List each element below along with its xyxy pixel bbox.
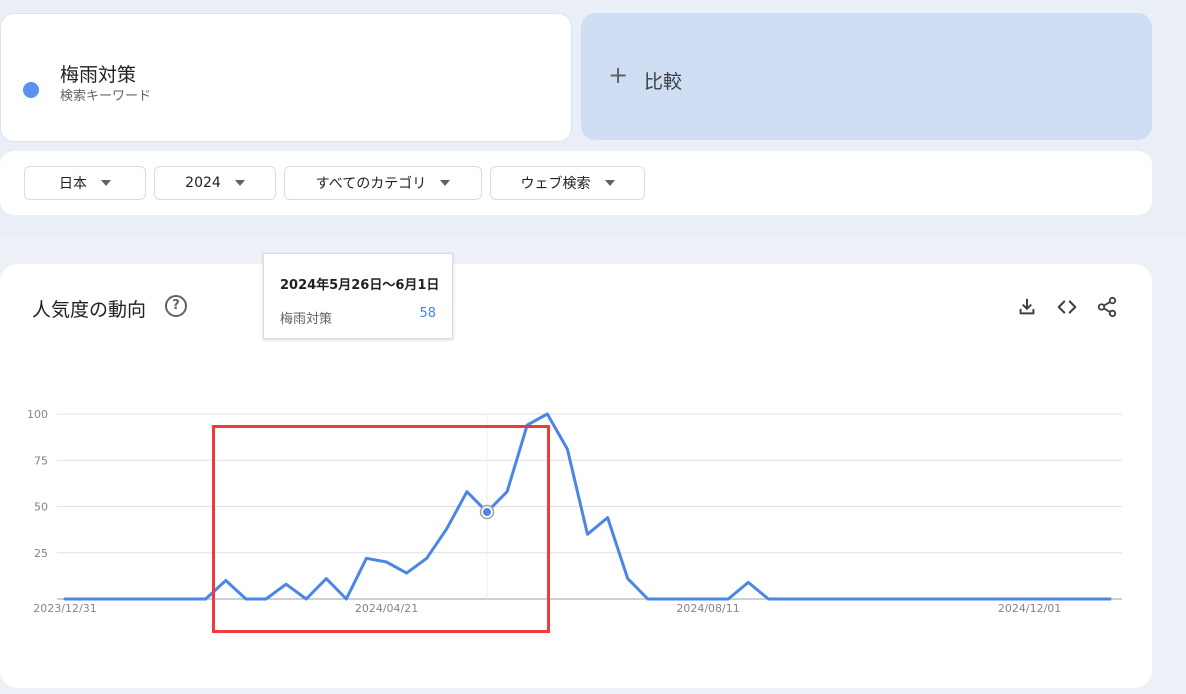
y-tick-label: 75 — [34, 454, 48, 467]
x-tick-label: 2024/04/21 — [355, 602, 418, 615]
data-point-tooltip: 2024年5月26日〜6月1日 梅雨対策 58 — [263, 253, 453, 339]
x-tick-label: 2024/08/11 — [676, 602, 739, 615]
x-tick-label: 2023/12/31 — [33, 602, 96, 615]
y-tick-label: 50 — [34, 501, 48, 514]
y-tick-label: 100 — [27, 408, 48, 421]
tooltip-value: 58 — [419, 306, 436, 321]
trend-line-chart: 25 50 75 100 2023/12/31 2024/04/21 2024/08/11 2… — [27, 408, 1122, 615]
x-tick-label: 2024/12/01 — [998, 602, 1061, 615]
y-tick-label: 25 — [34, 547, 48, 560]
hover-point — [483, 508, 492, 517]
tooltip-date: 2024年5月26日〜6月1日 — [280, 278, 440, 293]
tooltip-term: 梅雨対策 — [280, 312, 333, 327]
